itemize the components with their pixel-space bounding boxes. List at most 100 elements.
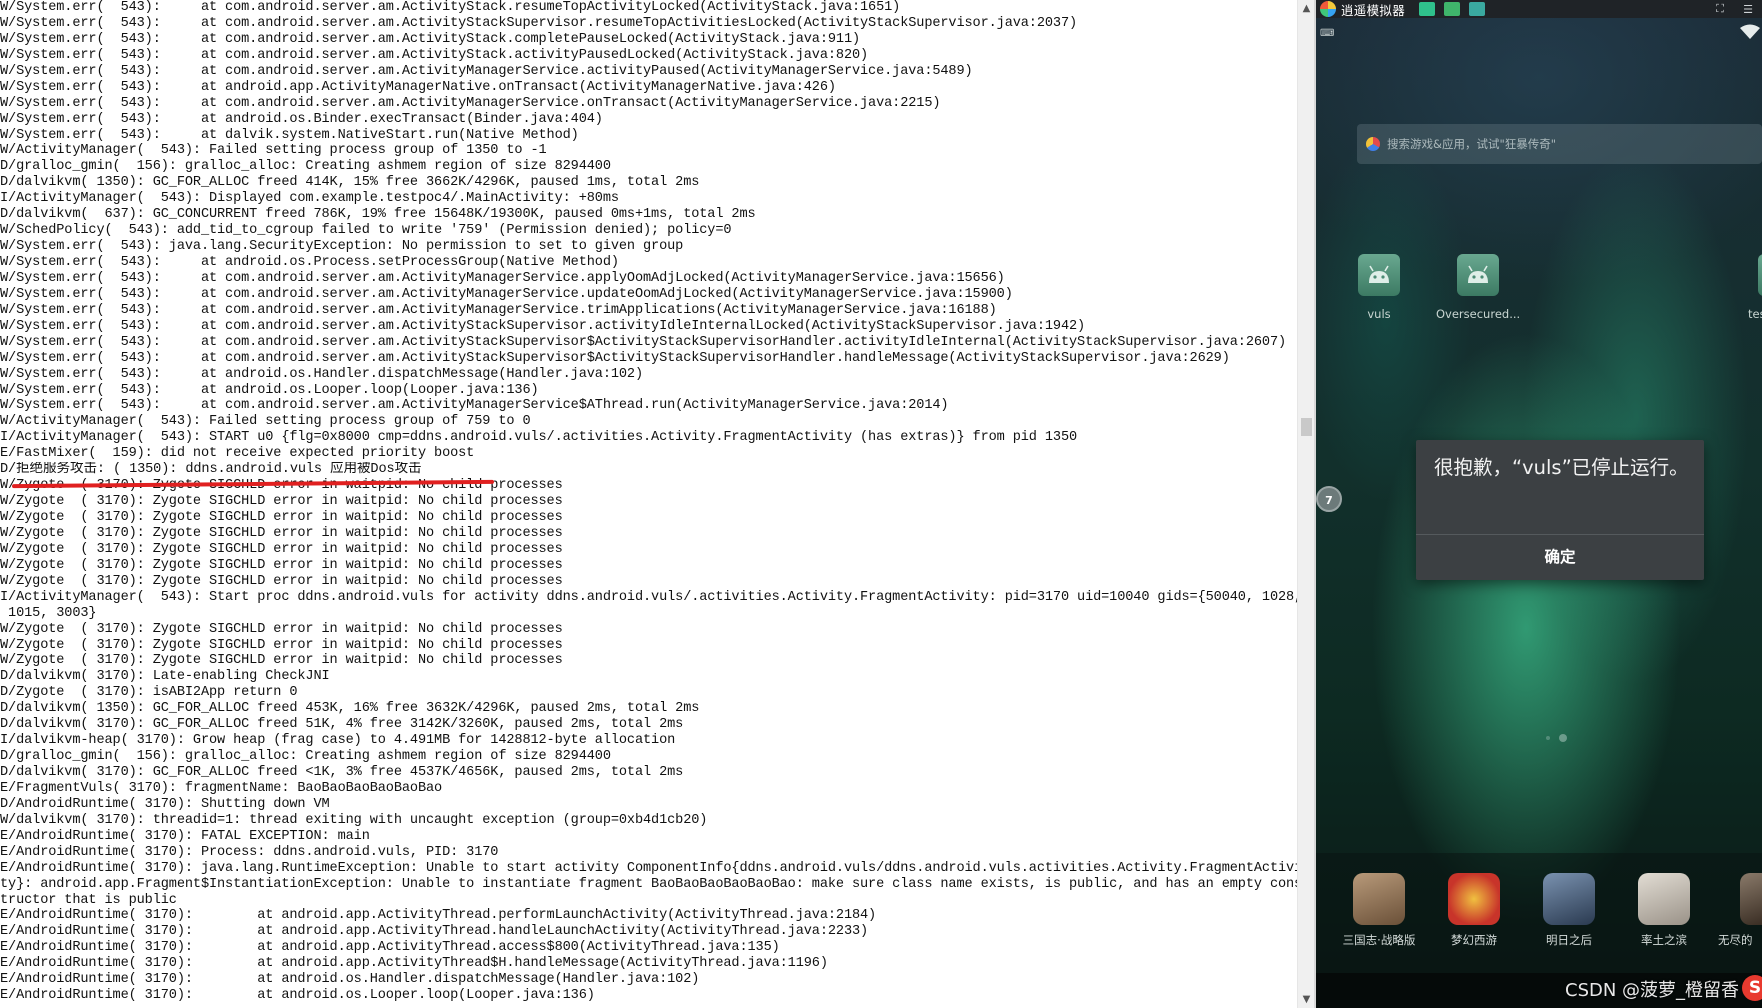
- fullscreen-icon[interactable]: ⛶: [1706, 2, 1734, 16]
- log-line: W/Zygote ( 3170): Zygote SIGCHLD error i…: [0, 541, 563, 557]
- app-label: vuls: [1367, 307, 1391, 321]
- log-output: W/System.err( 543): at com.android.serve…: [0, 0, 1297, 1004]
- app-stopped-dialog: 很抱歉，“vuls”已停止运行。 确定: [1416, 440, 1704, 580]
- log-line: 1015, 3003}: [0, 605, 97, 621]
- app-tes[interactable]: tes: [1724, 254, 1762, 321]
- floating-badge[interactable]: 7: [1316, 486, 1342, 512]
- log-line: W/System.err( 543): at com.android.serve…: [0, 31, 861, 47]
- page-indicator-dot: [1546, 736, 1550, 740]
- log-line: W/Zygote ( 3170): Zygote SIGCHLD error i…: [0, 510, 563, 525]
- app-dock: 三国志·战略版 梦幻西游 明日之后 率土之滨 无尽的: [1316, 853, 1762, 973]
- log-line: W/Zygote ( 3170): Zygote SIGCHLD error i…: [0, 573, 563, 589]
- app-vuls[interactable]: vuls: [1339, 254, 1419, 321]
- log-line: W/System.err( 543): at com.android.serve…: [0, 270, 1005, 286]
- toolbar-app-icon[interactable]: [1419, 2, 1436, 16]
- dock-app-mingri[interactable]: 明日之后: [1524, 873, 1614, 948]
- android-icon: [1758, 254, 1762, 296]
- game-icon: [1740, 873, 1762, 925]
- console-scrollbar[interactable]: ▲ ▼: [1297, 0, 1314, 1008]
- app-label: tes: [1748, 307, 1762, 321]
- csdn-logo-icon: S: [1742, 975, 1762, 1001]
- app-oversecured[interactable]: Oversecured...: [1436, 254, 1520, 321]
- dock-app-menghuan[interactable]: 梦幻西游: [1429, 873, 1519, 948]
- toolbar-android-icon[interactable]: [1444, 2, 1461, 16]
- game-icon: [1353, 873, 1405, 925]
- log-line: W/System.err( 543): at com.android.serve…: [0, 318, 1086, 334]
- emulator-title: 逍遥模拟器: [1341, 2, 1406, 18]
- log-line: D/dalvikvm( 3170): GC_FOR_ALLOC freed <1…: [0, 765, 684, 780]
- log-line: D/Zygote ( 3170): isABI2App return 0: [0, 685, 298, 701]
- log-line: I/ActivityManager( 543): Start proc ddns…: [0, 589, 1297, 605]
- log-line: W/System.err( 543): at android.app.Activ…: [0, 79, 836, 95]
- log-line: ty}: android.app.Fragment$InstantiationE…: [0, 876, 1297, 892]
- log-line: D/gralloc_gmin( 156): gralloc_alloc: Cre…: [0, 749, 611, 765]
- log-line: W/System.err( 543): at android.os.Proces…: [0, 255, 619, 270]
- log-line: E/AndroidRuntime( 3170): at android.os.H…: [0, 972, 700, 988]
- log-line: W/Zygote ( 3170): Zygote SIGCHLD error i…: [0, 525, 563, 541]
- dock-app-wujin[interactable]: 无尽的: [1710, 873, 1762, 948]
- csdn-watermark: CSDN @菠萝_橙留香: [1565, 980, 1740, 1001]
- log-line: D/dalvikvm( 1350): GC_FOR_ALLOC freed 41…: [0, 175, 700, 191]
- scroll-down-icon[interactable]: ▼: [1298, 991, 1315, 1008]
- dialog-ok-button[interactable]: 确定: [1416, 535, 1704, 580]
- log-line: W/System.err( 543): at com.android.serve…: [0, 334, 1287, 350]
- log-line: E/AndroidRuntime( 3170): at android.app.…: [0, 908, 877, 924]
- game-icon: [1543, 873, 1595, 925]
- android-icon: [1457, 254, 1499, 296]
- log-line: W/SchedPolicy( 543): add_tid_to_cgroup f…: [0, 223, 732, 239]
- game-icon: [1638, 873, 1690, 925]
- log-line: D/dalvikvm( 637): GC_CONCURRENT freed 78…: [0, 207, 756, 223]
- dock-app-label: 梦幻西游: [1451, 933, 1497, 947]
- log-line: W/System.err( 543): at android.os.Looper…: [0, 382, 539, 398]
- log-line: I/ActivityManager( 543): Displayed com.e…: [0, 191, 619, 207]
- log-line: W/Zygote ( 3170): Zygote SIGCHLD error i…: [0, 653, 563, 669]
- keyboard-icon: ⌨: [1320, 28, 1335, 39]
- scroll-up-icon[interactable]: ▲: [1298, 0, 1315, 17]
- emulator-logo-icon: [1320, 1, 1336, 17]
- scroll-thumb[interactable]: [1301, 418, 1312, 436]
- log-line: W/System.err( 543): at com.android.serve…: [0, 350, 1230, 366]
- log-line: I/dalvikvm-heap( 3170): Grow heap (frag …: [0, 733, 676, 749]
- log-line: W/ActivityManager( 543): Failed setting …: [0, 414, 531, 430]
- log-line: W/dalvikvm( 3170): threadid=1: thread ex…: [0, 812, 708, 828]
- android-icon: [1358, 254, 1400, 296]
- app-label: Oversecured...: [1436, 307, 1521, 321]
- menu-icon[interactable]: ☰: [1734, 3, 1762, 16]
- log-line: E/AndroidRuntime( 3170): at android.app.…: [0, 940, 780, 956]
- log-line: E/FragmentVuls( 3170): fragmentName: Bao…: [0, 780, 443, 796]
- dock-app-sanguozhi[interactable]: 三国志·战略版: [1334, 873, 1424, 948]
- dock-app-label: 三国志·战略版: [1342, 933, 1416, 947]
- log-line-highlighted: D/拒绝服务攻击: ( 1350): ddns.android.vuls 应用被…: [0, 462, 422, 478]
- log-line: W/System.err( 543): at com.android.serve…: [0, 47, 869, 63]
- log-line: W/System.err( 543): at com.android.serve…: [0, 0, 901, 15]
- log-line: W/ActivityManager( 543): Failed setting …: [0, 143, 547, 159]
- log-line: W/Zygote ( 3170): Zygote SIGCHLD error i…: [0, 557, 563, 573]
- dock-app-shuaitu[interactable]: 率土之滨: [1619, 873, 1709, 948]
- toolbar-android2-icon[interactable]: [1469, 2, 1486, 16]
- log-line: D/dalvikvm( 3170): Late-enabling CheckJN…: [0, 669, 330, 685]
- log-line: E/FastMixer( 159): did not receive expec…: [0, 446, 475, 462]
- search-icon: [1366, 137, 1380, 151]
- log-line: W/Zygote ( 3170): Zygote SIGCHLD error i…: [0, 621, 563, 637]
- search-bar[interactable]: 搜索游戏&应用，试试"狂暴传奇": [1357, 124, 1762, 164]
- android-home-screen: ⌨ 搜索游戏&应用，试试"狂暴传奇" vuls Oversecured... t…: [1316, 18, 1762, 1008]
- wifi-icon: [1740, 24, 1760, 39]
- log-line: D/AndroidRuntime( 3170): Shutting down V…: [0, 796, 330, 812]
- log-line: W/System.err( 543): java.lang.SecurityEx…: [0, 239, 684, 255]
- game-icon: [1448, 873, 1500, 925]
- dock-app-label: 率土之滨: [1641, 933, 1687, 947]
- log-line: W/System.err( 543): at dalvik.system.Nat…: [0, 127, 579, 143]
- emulator-titlebar: 逍遥模拟器 ⛶ ☰: [1316, 0, 1762, 18]
- log-line: tructor that is public: [0, 892, 177, 908]
- log-line: W/System.err( 543): at com.android.serve…: [0, 95, 941, 111]
- window-controls: ⛶ ☰: [1706, 0, 1762, 18]
- log-line: I/ActivityManager( 543): START u0 {flg=0…: [0, 430, 1078, 446]
- log-line: E/AndroidRuntime( 3170): Process: ddns.a…: [0, 844, 499, 860]
- log-line: W/System.err( 543): at com.android.serve…: [0, 398, 949, 414]
- log-console: W/System.err( 543): at com.android.serve…: [0, 0, 1297, 1008]
- log-line: W/System.err( 543): at com.android.serve…: [0, 286, 1013, 302]
- log-line: W/Zygote ( 3170): Zygote SIGCHLD error i…: [0, 637, 563, 653]
- log-line: W/System.err( 543): at android.os.Binder…: [0, 111, 603, 127]
- search-placeholder: 搜索游戏&应用，试试"狂暴传奇": [1387, 137, 1557, 151]
- log-line: D/dalvikvm( 3170): GC_FOR_ALLOC freed 51…: [0, 717, 684, 733]
